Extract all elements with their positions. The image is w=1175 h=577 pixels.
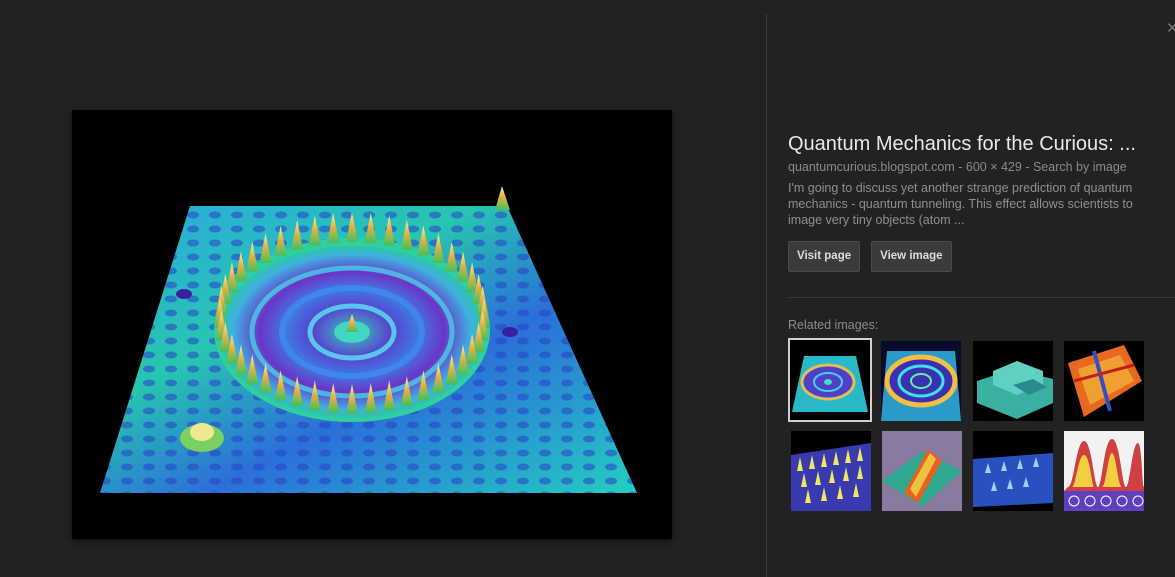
yellow-spikes-thumb — [791, 431, 871, 511]
related-thumb[interactable] — [973, 431, 1053, 511]
related-thumb[interactable] — [1064, 341, 1144, 421]
close-icon[interactable]: ✕ — [1166, 21, 1175, 36]
quantum-corral-rainbow-thumb — [881, 341, 961, 421]
related-thumb[interactable] — [1064, 431, 1144, 511]
related-thumb[interactable] — [882, 431, 962, 511]
quantum-corral-image — [100, 186, 637, 493]
related-thumb[interactable] — [973, 341, 1053, 421]
search-by-image-link[interactable]: Search by image — [1033, 160, 1127, 174]
orange-atom-lattice-thumb — [1064, 341, 1144, 421]
result-meta: quantumcurious.blogspot.com - 600 × 429 … — [788, 159, 1175, 175]
preview-image[interactable] — [72, 110, 672, 539]
result-description: I'm going to discuss yet another strange… — [788, 181, 1133, 227]
result-title[interactable]: Quantum Mechanics for the Curious: ... — [788, 130, 1175, 158]
orbital-peaks-thumb — [1064, 431, 1144, 511]
related-images-label: Related images: — [788, 318, 879, 332]
image-dimensions: 600 × 429 — [965, 160, 1022, 174]
related-thumb[interactable] — [881, 341, 961, 421]
orange-ridge-thumb — [882, 431, 962, 511]
visit-page-button[interactable]: Visit page — [788, 241, 861, 272]
pane-divider — [766, 14, 767, 577]
section-divider — [788, 297, 1175, 298]
info-pane: Quantum Mechanics for the Curious: ... q… — [788, 130, 1175, 272]
blue-peaks-thumb — [973, 431, 1053, 511]
source-link[interactable]: quantumcurious.blogspot.com — [788, 160, 955, 174]
view-image-button[interactable]: View image — [871, 241, 952, 272]
meta-separator: - — [1021, 160, 1033, 174]
action-buttons: Visit page View image — [788, 241, 1175, 272]
related-thumb[interactable] — [791, 431, 871, 511]
quantum-corral-thumb — [790, 340, 870, 420]
meta-separator: - — [954, 160, 966, 174]
preview-pane — [0, 0, 766, 577]
image-search-viewer: ✕ Quantum Mechanics for the Curious: ...… — [0, 0, 1175, 577]
surface-steps-thumb — [973, 341, 1053, 421]
related-thumb[interactable] — [788, 338, 872, 422]
